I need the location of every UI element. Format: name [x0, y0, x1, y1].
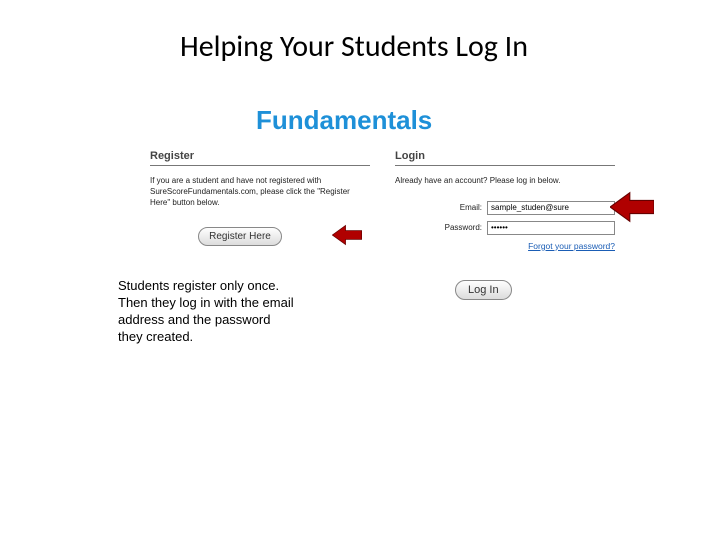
password-label: Password: — [445, 223, 482, 232]
divider — [150, 165, 370, 166]
forgot-password-link[interactable]: Forgot your password? — [528, 241, 615, 251]
instruction-note: Students register only once. Then they l… — [118, 278, 298, 346]
arrow-left-icon — [332, 224, 362, 246]
email-label: Email: — [460, 203, 482, 212]
register-panel: Register If you are a student and have n… — [150, 150, 370, 246]
login-blurb: Already have an account? Please log in b… — [395, 176, 615, 187]
register-here-button[interactable]: Register Here — [198, 227, 282, 246]
log-in-button[interactable]: Log In — [455, 280, 512, 300]
register-blurb: If you are a student and have not regist… — [150, 176, 370, 208]
register-heading: Register — [150, 150, 370, 162]
login-panel: Login Already have an account? Please lo… — [395, 150, 615, 251]
brand-logo: Fundamentals — [256, 105, 432, 136]
divider — [395, 165, 615, 166]
email-row: Email: — [395, 201, 615, 215]
arrow-left-icon — [610, 190, 654, 224]
password-field[interactable] — [487, 221, 615, 235]
page-title: Helping Your Students Log In — [180, 28, 528, 65]
email-field[interactable] — [487, 201, 615, 215]
login-heading: Login — [395, 150, 615, 162]
password-row: Password: — [395, 221, 615, 235]
